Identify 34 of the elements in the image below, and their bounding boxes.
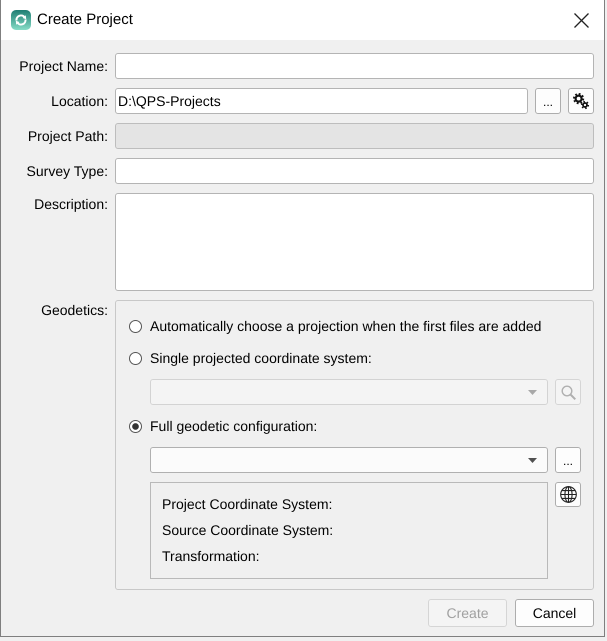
field-label: Project Name: — [18, 57, 108, 76]
radio-button[interactable] — [129, 352, 142, 364]
dialog-button[interactable]: Cancel — [515, 599, 594, 627]
caret-icon — [528, 458, 537, 462]
gears-icon — [572, 92, 590, 110]
field-label: Survey Type: — [26, 162, 108, 181]
radio-label: Automatically choose a projection when the first files are added — [150, 316, 542, 336]
field-label: Description: — [33, 195, 108, 214]
summary-text: Source Coordinate System: — [162, 521, 334, 540]
text-field[interactable] — [115, 158, 594, 184]
browse-button[interactable]: ... — [535, 88, 561, 114]
caret-icon — [528, 390, 537, 394]
radio-label: Single projected coordinate system: — [150, 348, 372, 368]
browse-button[interactable]: ... — [555, 447, 581, 473]
summary-text: Transformation: — [162, 547, 261, 566]
settings-button[interactable] — [568, 88, 594, 114]
radio-button[interactable] — [129, 420, 142, 432]
field-label: Project Path: — [26, 127, 108, 146]
text-field[interactable] — [115, 53, 594, 79]
radio-label: Full geodetic configuration: — [150, 416, 318, 436]
globe-icon — [560, 486, 576, 503]
globe-button[interactable] — [555, 482, 581, 507]
search-icon — [560, 384, 576, 400]
field-label: Location: — [50, 92, 108, 111]
close-icon — [574, 12, 588, 28]
radio-button[interactable] — [129, 320, 142, 332]
text-area[interactable] — [115, 193, 594, 291]
summary-text: Project Coordinate System: — [162, 495, 334, 514]
dropdown-field[interactable] — [150, 379, 548, 405]
window-title: Create Project — [37, 10, 133, 30]
app-logo-icon — [11, 10, 31, 30]
dropdown-field[interactable] — [150, 447, 548, 473]
text-field[interactable]: D:\QPS-Projects — [115, 88, 528, 114]
field-label: Geodetics: — [40, 301, 108, 320]
